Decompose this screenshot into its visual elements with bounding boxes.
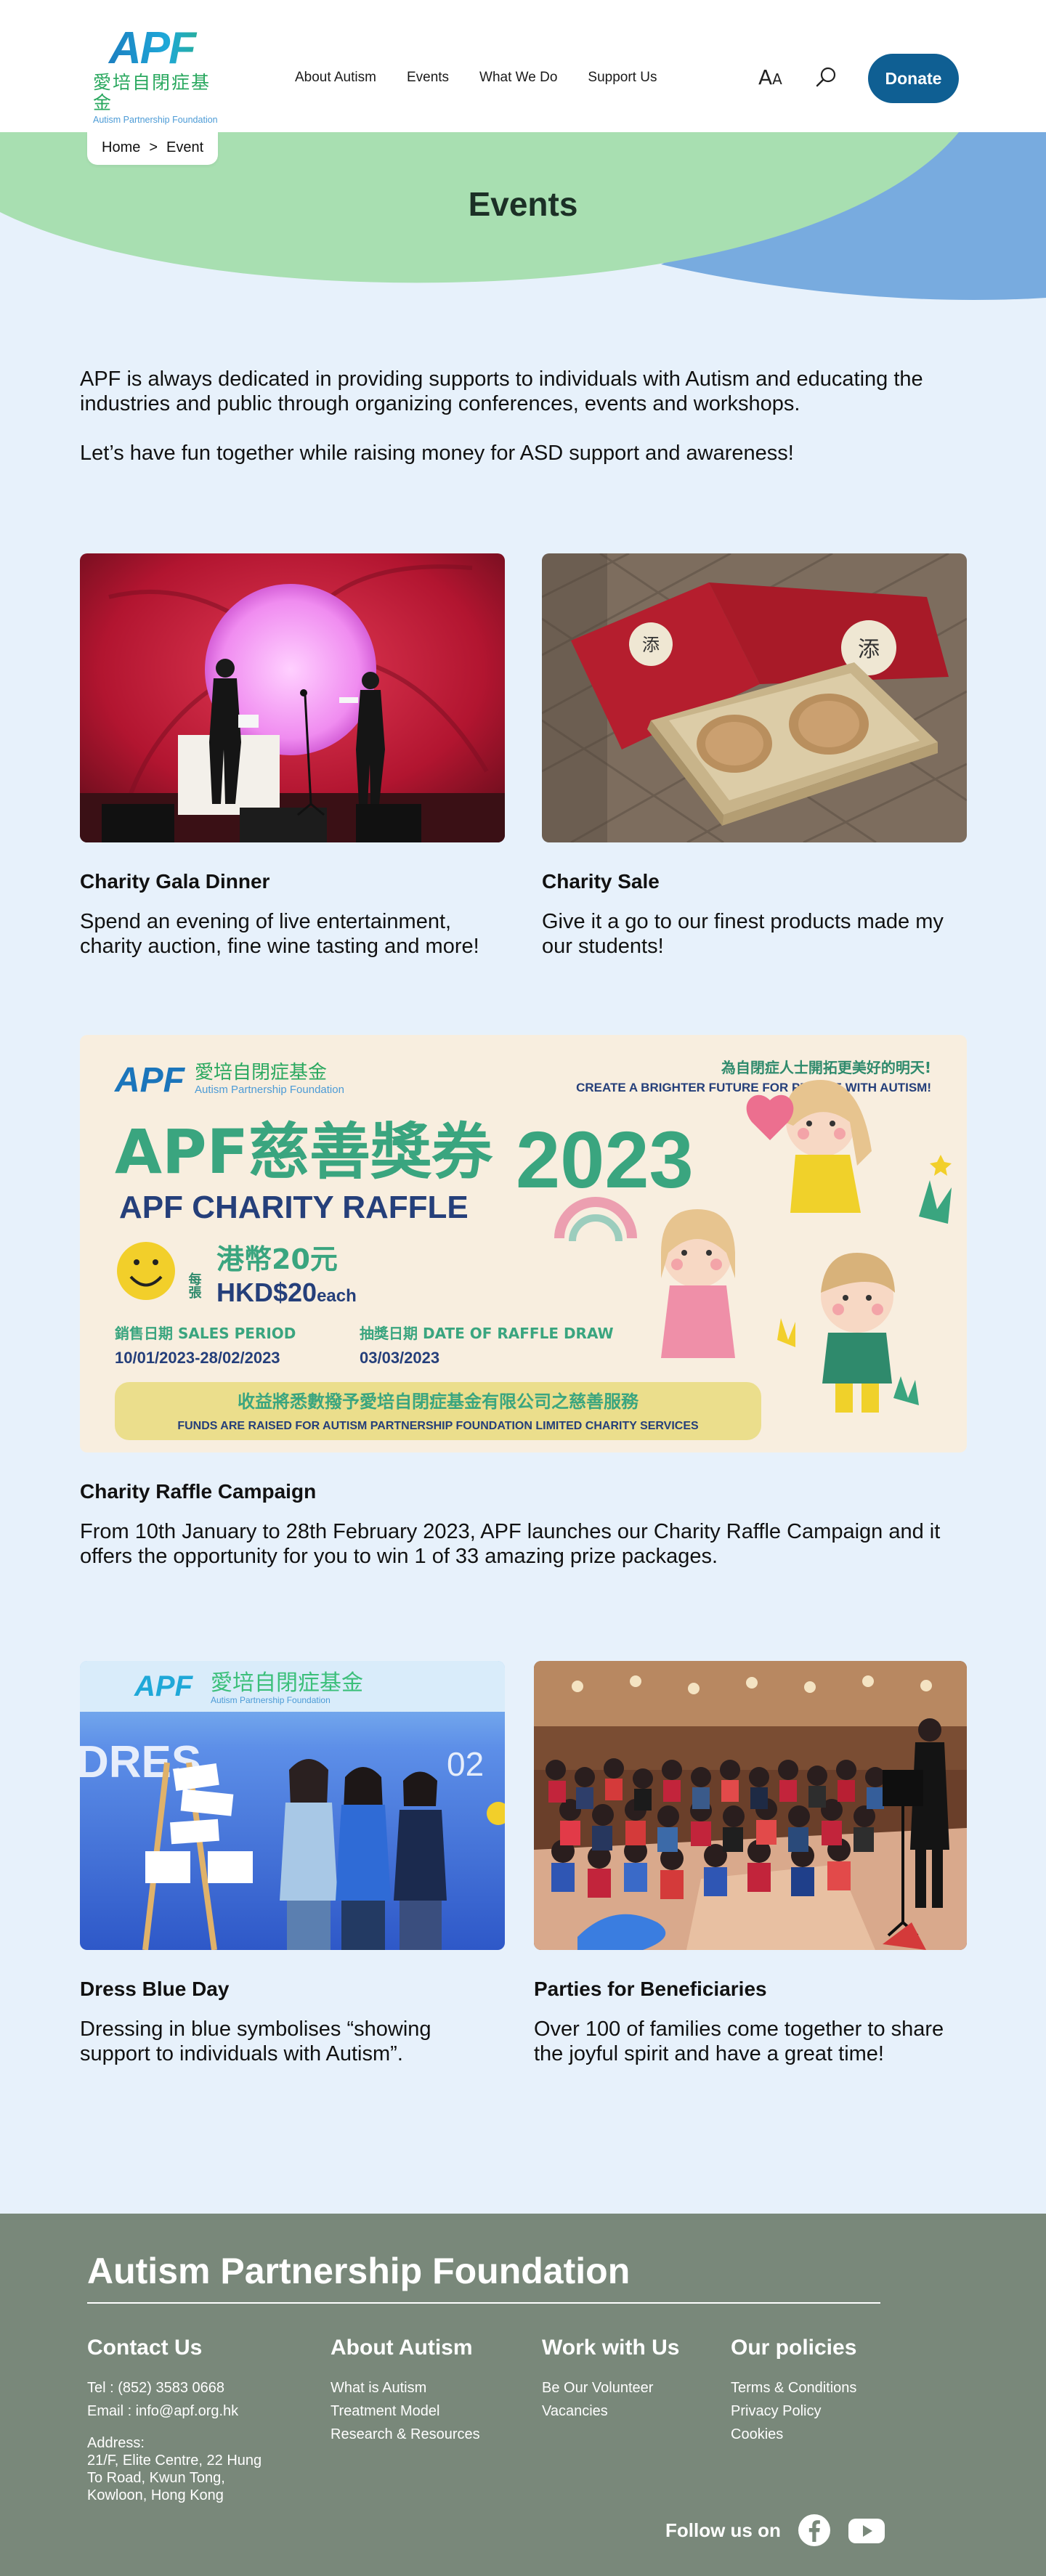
footer-social: Follow us on [665,2513,885,2548]
charity-raffle-poster: APF 愛培自閉症基金 Autism Partnership Foundatio… [80,1035,967,1452]
photo-banner-logo-zh: 愛培自閉症基金 [211,1670,363,1696]
hero-wave-decoration [0,132,1046,301]
nav-item-events[interactable]: Events [407,70,449,86]
poster-price-each-en: each [317,1286,357,1306]
photo-banner-subtitle: Autism Partnership Foundation [211,1695,331,1705]
poster-tagline-en: CREATE A BRIGHTER FUTURE FOR PEOPLE WITH… [576,1081,931,1094]
photo-banner-logo-en: APF [134,1670,194,1702]
footer-policies-section: Our policies Terms & Conditions Privacy … [731,2336,856,2446]
photo-banner-date: 02 [447,1745,484,1783]
footer-address-line: 21/F, Elite Centre, 22 Hung [87,2453,262,2469]
footer-link-vacancies[interactable]: Vacancies [542,2400,679,2423]
nav-item-about-autism[interactable]: About Autism [295,70,376,86]
event-title: Charity Gala Dinner [80,870,270,893]
footer-link-terms[interactable]: Terms & Conditions [731,2376,856,2400]
event-description: Dressing in blue symbolises “showing sup… [80,2018,431,2065]
logo-subtitle: Autism Partnership Foundation [93,115,218,125]
footer-heading-contact: Contact Us [87,2336,203,2360]
breadcrumb-current: Event [166,139,204,155]
event-title: Charity Sale [542,870,660,893]
footer-address: Address: 21/F, Elite Centre, 22 Hung To … [87,2434,262,2504]
poster-sales-dates: 10/01/2023-28/02/2023 [115,1349,280,1367]
breadcrumb: Home > Event [87,132,219,165]
poster-logo-en: APF [114,1061,186,1100]
event-title: Parties for Beneficiaries [534,1978,767,2000]
footer-link-cookies[interactable]: Cookies [731,2423,856,2446]
event-title: Charity Raffle Campaign [80,1480,317,1503]
event-card-charity-sale[interactable]: 添 添 Charity Sale Give it a go to our fin… [542,553,967,959]
breadcrumb-separator: > [149,139,158,155]
event-card-charity-raffle[interactable]: APF 愛培自閉症基金 Autism Partnership Foundatio… [80,1035,967,1569]
font-size-toggle[interactable]: AA [758,65,782,89]
poster-price-each-zh: 每張 [187,1272,202,1299]
footer-link-volunteer[interactable]: Be Our Volunteer [542,2376,679,2400]
svg-text:添: 添 [642,635,660,655]
event-card-dress-blue-day[interactable]: APF 愛培自閉症基金 Autism Partnership Foundatio… [80,1661,505,2066]
charity-sale-photo: 添 添 [542,553,967,842]
site-logo[interactable]: APF 愛培自閉症基金 Autism Partnership Foundatio… [93,26,227,126]
footer-link-research-resources[interactable]: Research & Resources [331,2423,480,2446]
poster-price-en: HKD$20 [216,1277,317,1307]
event-title: Dress Blue Day [80,1978,230,2000]
event-description: Over 100 of families come together to sh… [534,2018,944,2065]
poster-draw-label: 抽獎日期 DATE OF RAFFLE DRAW [360,1325,614,1342]
footer-heading-policies: Our policies [731,2336,857,2360]
intro-text: APF is always dedicated in providing sup… [80,367,973,466]
breadcrumb-home-link[interactable]: Home [102,139,140,156]
search-icon[interactable] [815,65,838,89]
donate-button[interactable]: Donate [868,54,959,103]
poster-logo-zh: 愛培自閉症基金 [195,1062,327,1084]
nav-item-what-we-do[interactable]: What We Do [479,70,557,86]
nav-item-support-us[interactable]: Support Us [588,70,657,86]
footer-about-section: About Autism What is Autism Treatment Mo… [331,2336,480,2446]
page-hero: Home > Event Events [0,132,1046,372]
follow-us-label: Follow us on [665,2519,781,2541]
event-description: Spend an evening of live entertainment, … [80,910,479,958]
main-nav: About Autism Events What We Do Support U… [295,70,657,86]
site-header: APF 愛培自閉症基金 Autism Partnership Foundatio… [0,0,1046,132]
page-title: Events [468,185,578,223]
parties-photo [534,1661,967,1950]
footer-divider [87,2302,880,2304]
footer-org-name: Autism Partnership Foundation [87,2251,631,2291]
gala-dinner-photo [80,553,505,842]
footer-link-privacy[interactable]: Privacy Policy [731,2400,856,2423]
site-footer: Autism Partnership Foundation Contact Us… [0,2214,1046,2576]
poster-sales-label: 銷售日期 SALES PERIOD [115,1325,296,1342]
footer-address-line: Kowloon, Hong Kong [87,2487,224,2503]
footer-address-label: Address: [87,2435,145,2451]
event-description: From 10th January to 28th February 2023,… [80,1520,941,1568]
poster-year: 2023 [516,1116,694,1205]
svg-text:添: 添 [858,637,880,662]
poster-title-en: APF CHARITY RAFFLE [119,1190,469,1225]
poster-logo-subtitle: Autism Partnership Foundation [195,1084,344,1096]
footer-address-line: To Road, Kwun Tong, [87,2470,225,2486]
poster-draw-date: 03/03/2023 [360,1349,439,1367]
logo-chinese-name: 愛培自閉症基金 [93,72,211,113]
footer-link-what-is-autism[interactable]: What is Autism [331,2376,480,2400]
youtube-icon[interactable] [848,2513,885,2548]
event-description: Give it a go to our finest products made… [542,910,944,958]
footer-heading-about: About Autism [331,2336,473,2360]
poster-funds-zh: 收益將悉數撥予愛培自閉症基金有限公司之慈善服務 [238,1391,639,1412]
footer-heading-work: Work with Us [542,2336,680,2360]
facebook-icon[interactable] [797,2513,832,2548]
poster-funds-en: FUNDS ARE RAISED FOR AUTISM PARTNERSHIP … [177,1420,699,1432]
font-size-small-letter: A [772,70,782,88]
event-card-gala-dinner[interactable]: Charity Gala Dinner Spend an evening of … [80,553,505,959]
poster-tagline-zh: 為自閉症人士開拓更美好的明天! [721,1059,931,1076]
intro-paragraph-2: Let’s have fun together while raising mo… [80,442,794,465]
poster-price-zh: 港幣20元 [216,1243,338,1275]
footer-work-section: Work with Us Be Our Volunteer Vacancies [542,2336,679,2423]
footer-link-treatment-model[interactable]: Treatment Model [331,2400,480,2423]
logo-wordmark: APF [93,26,227,71]
font-size-large-letter: A [758,65,773,89]
poster-title-zh: APF慈善獎券 [115,1116,493,1187]
footer-contact-section: Contact Us Tel : (852) 3583 0668 Email :… [87,2336,262,2504]
footer-email: Email : info@apf.org.hk [87,2403,239,2419]
event-card-parties-for-beneficiaries[interactable]: Parties for Beneficiaries Over 100 of fa… [534,1661,967,2066]
footer-phone: Tel : (852) 3583 0668 [87,2380,225,2396]
dress-blue-day-photo: APF 愛培自閉症基金 Autism Partnership Foundatio… [80,1661,505,1950]
intro-paragraph-1: APF is always dedicated in providing sup… [80,367,923,415]
